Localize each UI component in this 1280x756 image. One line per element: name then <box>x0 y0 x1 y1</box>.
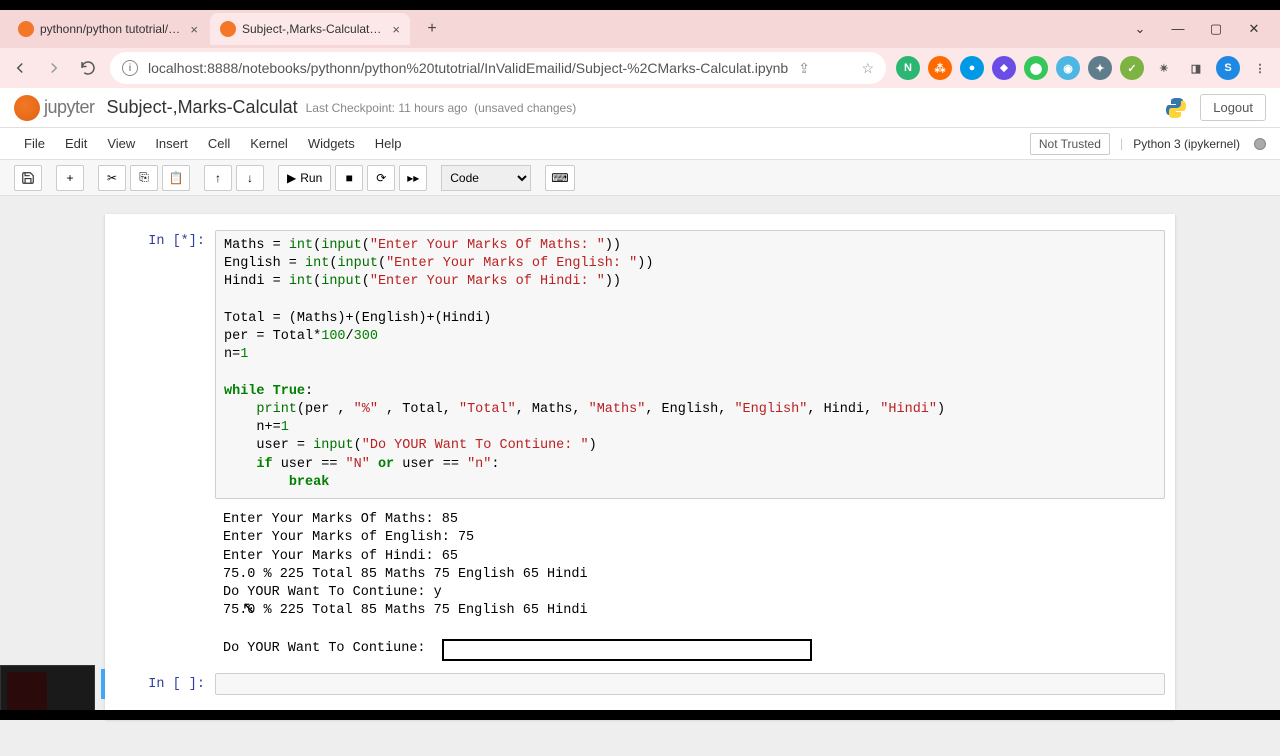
menu-help[interactable]: Help <box>365 132 412 155</box>
move-up-button[interactable]: ↑ <box>204 165 232 191</box>
run-button[interactable]: ▶ Run <box>278 165 331 191</box>
puzzle-icon[interactable]: ✴ <box>1152 56 1176 80</box>
tab-title: Subject-,Marks-Calculat - Jupyte <box>242 22 384 36</box>
close-window-icon[interactable]: ✕ <box>1244 21 1264 37</box>
browser-tab-1[interactable]: Subject-,Marks-Calculat - Jupyte × <box>210 13 410 45</box>
browser-toolbar: i localhost:8888/notebooks/pythonn/pytho… <box>0 48 1280 88</box>
cut-button[interactable]: ✂ <box>98 165 126 191</box>
not-trusted-button[interactable]: Not Trusted <box>1030 133 1110 155</box>
tab-title: pythonn/python tutotrial/InValid <box>40 22 182 36</box>
maximize-icon[interactable]: ▢ <box>1206 21 1226 37</box>
menu-widgets[interactable]: Widgets <box>298 132 365 155</box>
jupyter-favicon-icon <box>18 21 34 37</box>
stdin-input[interactable] <box>442 639 812 661</box>
jupyter-wordmark: jupyter <box>44 97 95 118</box>
close-tab-icon[interactable]: × <box>392 22 400 37</box>
extension-icon[interactable]: ⬤ <box>1024 56 1048 80</box>
share-icon[interactable]: ⇪ <box>798 60 810 77</box>
reload-button[interactable] <box>76 56 100 80</box>
output-prompt <box>115 507 215 665</box>
jupyter-planet-icon <box>14 95 40 121</box>
extension-icon[interactable]: ⁂ <box>928 56 952 80</box>
extension-icon[interactable]: N <box>896 56 920 80</box>
jupyter-notebook-page: jupyter Subject-,Marks-Calculat Last Che… <box>0 88 1280 756</box>
forward-button[interactable] <box>42 56 66 80</box>
back-button[interactable] <box>8 56 32 80</box>
kernel-divider: | <box>1120 136 1123 151</box>
jupyter-header: jupyter Subject-,Marks-Calculat Last Che… <box>0 88 1280 128</box>
interrupt-button[interactable]: ■ <box>335 165 363 191</box>
extension-icon[interactable]: ✦ <box>1088 56 1112 80</box>
address-bar[interactable]: i localhost:8888/notebooks/pythonn/pytho… <box>110 52 886 84</box>
empty-code-cell[interactable]: In [ ]: <box>101 669 1175 699</box>
logout-button[interactable]: Logout <box>1200 94 1266 121</box>
menu-kernel[interactable]: Kernel <box>240 132 298 155</box>
bookmark-star-icon[interactable]: ☆ <box>861 60 874 77</box>
move-down-button[interactable]: ↓ <box>236 165 264 191</box>
jupyter-toolbar: + ✂ ⎘ 📋 ↑ ↓ ▶ Run ■ ⟳ ▸▸ Code ⌨ <box>0 160 1280 196</box>
stdin-prompt-row: Do YOUR Want To Contiune: <box>223 639 1157 661</box>
code-input-area[interactable] <box>215 673 1165 695</box>
input-prompt: In [ ]: <box>115 673 215 695</box>
paste-button[interactable]: 📋 <box>162 165 190 191</box>
command-palette-button[interactable]: ⌨ <box>545 165 574 191</box>
browser-tab-0[interactable]: pythonn/python tutotrial/InValid × <box>8 13 208 45</box>
kebab-menu-icon[interactable]: ⋮ <box>1248 56 1272 80</box>
menu-edit[interactable]: Edit <box>55 132 97 155</box>
new-tab-button[interactable]: + <box>418 15 446 43</box>
notebook-container: In [*]: Maths = int(input("Enter Your Ma… <box>105 214 1175 719</box>
menu-file[interactable]: File <box>14 132 55 155</box>
profile-avatar[interactable]: S <box>1216 56 1240 80</box>
jupyter-favicon-icon <box>220 21 236 37</box>
side-panel-icon[interactable]: ◨ <box>1184 56 1208 80</box>
browser-tabstrip: pythonn/python tutotrial/InValid × Subje… <box>0 10 1280 48</box>
code-input-area[interactable]: Maths = int(input("Enter Your Marks Of M… <box>215 230 1165 499</box>
chevron-down-icon[interactable]: ⌄ <box>1130 21 1150 37</box>
notebook-scroll-area[interactable]: In [*]: Maths = int(input("Enter Your Ma… <box>0 196 1280 756</box>
cell-type-select[interactable]: Code <box>441 165 531 191</box>
kernel-name[interactable]: Python 3 (ipykernel) <box>1133 137 1240 151</box>
output-area: Enter Your Marks Of Maths: 85 Enter Your… <box>215 507 1165 665</box>
site-info-icon[interactable]: i <box>122 60 138 76</box>
minimize-icon[interactable]: — <box>1168 21 1188 37</box>
checkpoint-text: Last Checkpoint: 11 hours ago (unsaved c… <box>306 101 577 115</box>
url-text: localhost:8888/notebooks/pythonn/python%… <box>148 60 788 76</box>
notebook-title[interactable]: Subject-,Marks-Calculat <box>107 97 298 118</box>
python-logo-icon <box>1164 96 1188 120</box>
window-bottom-border <box>0 710 1280 720</box>
restart-run-all-button[interactable]: ▸▸ <box>399 165 427 191</box>
menu-insert[interactable]: Insert <box>145 132 198 155</box>
menu-view[interactable]: View <box>97 132 145 155</box>
jupyter-menubar: File Edit View Insert Cell Kernel Widget… <box>0 128 1280 160</box>
extension-icon[interactable]: ✓ <box>1120 56 1144 80</box>
restart-button[interactable]: ⟳ <box>367 165 395 191</box>
window-top-border <box>0 0 1280 10</box>
window-controls: ⌄ — ▢ ✕ <box>1130 21 1272 37</box>
copy-button[interactable]: ⎘ <box>130 165 158 191</box>
output-text: Enter Your Marks Of Maths: 85 Enter Your… <box>223 512 588 618</box>
extensions-area: N ⁂ ● ⬥ ⬤ ◉ ✦ ✓ ✴ ◨ S ⋮ <box>896 56 1272 80</box>
close-tab-icon[interactable]: × <box>190 22 198 37</box>
output-cell: Enter Your Marks Of Maths: 85 Enter Your… <box>105 503 1175 669</box>
save-button[interactable] <box>14 165 42 191</box>
extension-icon[interactable]: ◉ <box>1056 56 1080 80</box>
jupyter-logo[interactable]: jupyter <box>14 95 95 121</box>
stdin-prompt-label: Do YOUR Want To Contiune: <box>223 640 434 658</box>
add-cell-button[interactable]: + <box>56 165 84 191</box>
code-cell[interactable]: In [*]: Maths = int(input("Enter Your Ma… <box>105 226 1175 503</box>
input-prompt: In [*]: <box>115 230 215 499</box>
menu-cell[interactable]: Cell <box>198 132 240 155</box>
extension-icon[interactable]: ⬥ <box>992 56 1016 80</box>
kernel-indicator-icon <box>1254 138 1266 150</box>
extension-icon[interactable]: ● <box>960 56 984 80</box>
